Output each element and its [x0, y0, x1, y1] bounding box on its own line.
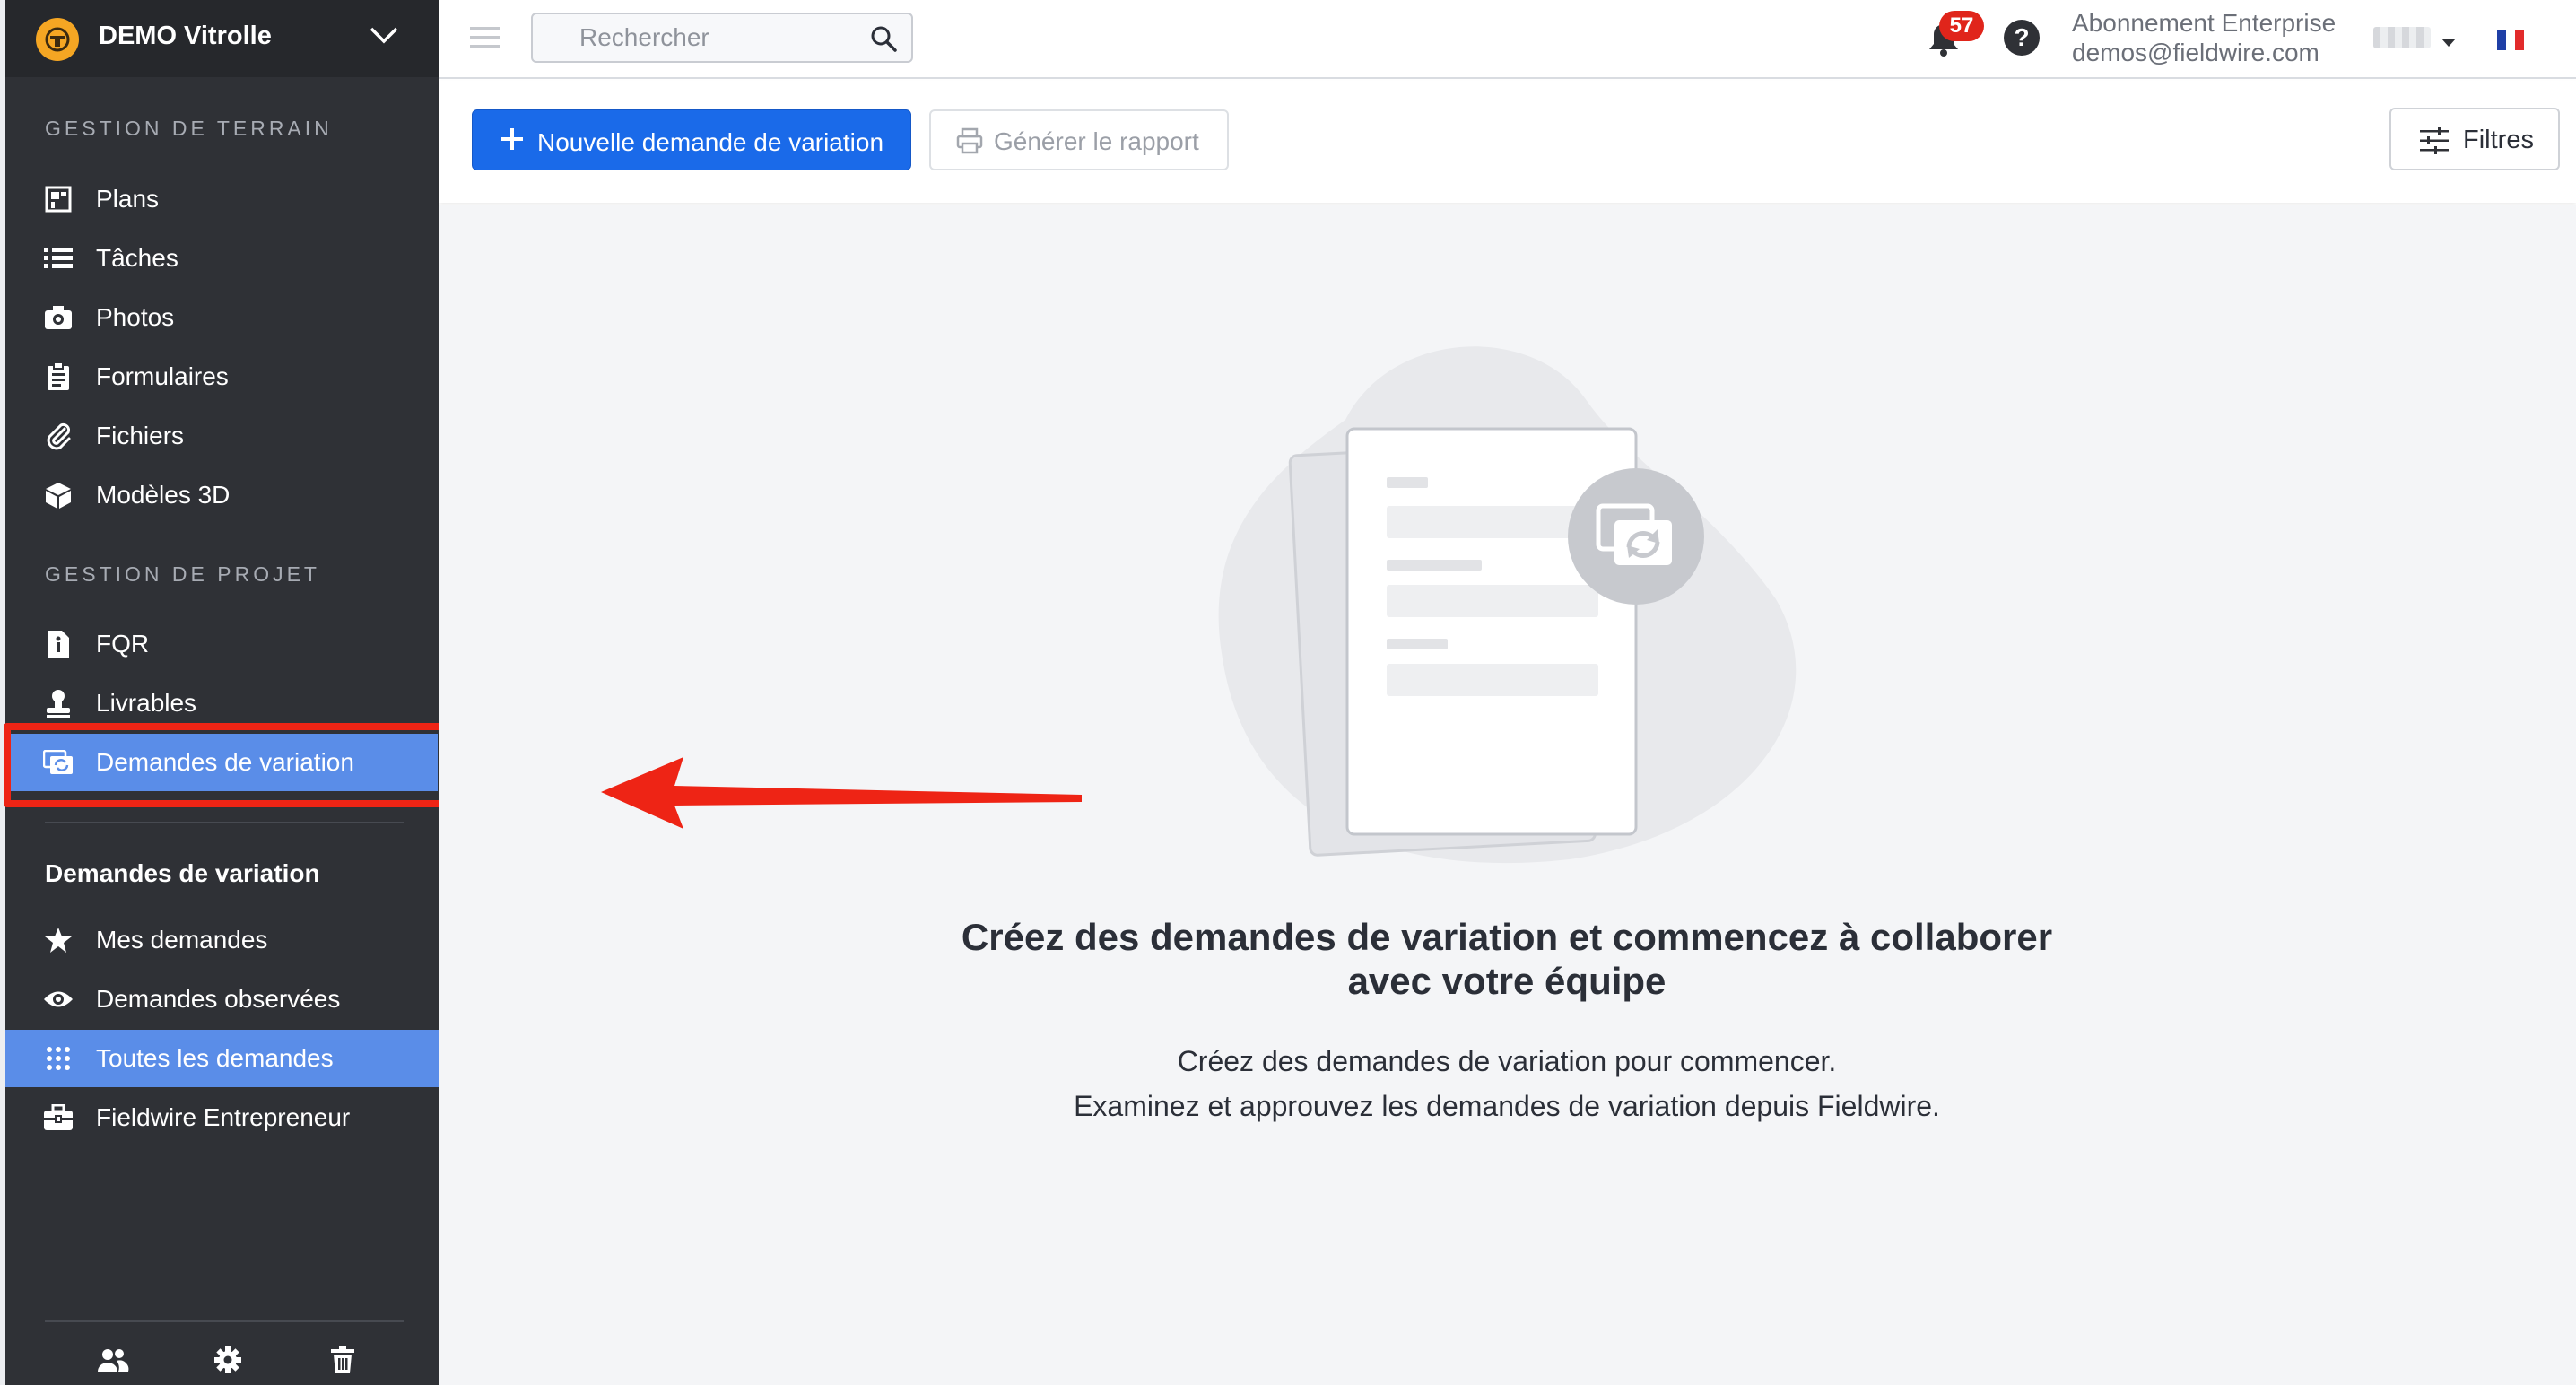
search-input[interactable]	[533, 14, 856, 61]
eye-icon	[43, 985, 74, 1014]
divider	[45, 1320, 404, 1322]
clipboard-icon	[43, 362, 74, 391]
sidebar-item-label: Plans	[96, 185, 160, 213]
paperclip-icon	[43, 422, 74, 450]
french-flag-icon[interactable]	[2497, 30, 2524, 50]
section-title-field: GESTION DE TERRAIN	[45, 117, 333, 140]
trash-icon[interactable]	[325, 1342, 361, 1378]
empty-state-illustration	[1218, 346, 1797, 864]
sidebar-item-label: Livrables	[96, 689, 197, 717]
empty-state-description: Créez des demandes de variation pour com…	[960, 1039, 2054, 1128]
camera-icon	[43, 303, 74, 332]
notification-badge: 57	[1939, 11, 1984, 41]
sidebar-item-tasks[interactable]: Tâches	[5, 230, 439, 287]
sidebar-item-label: Photos	[96, 303, 175, 331]
search-box	[531, 13, 913, 63]
grid-dots-icon	[43, 1044, 74, 1073]
section-title-project: GESTION DE PROJET	[45, 562, 320, 586]
plus-icon	[500, 126, 525, 158]
sidebar-item-3d-models[interactable]: Modèles 3D	[5, 466, 439, 524]
top-bar: 57 ? Abonnement Enterprise demos@fieldwi…	[439, 0, 2576, 79]
sidebar-item-watched-requests[interactable]: Demandes observées	[5, 971, 439, 1028]
gear-icon[interactable]	[210, 1342, 246, 1378]
divider	[45, 822, 404, 823]
sidebar-item-photos[interactable]: Photos	[5, 289, 439, 346]
sidebar-item-fieldwire-contractor[interactable]: Fieldwire Entrepreneur	[5, 1089, 439, 1146]
chevron-down-icon[interactable]	[368, 25, 400, 51]
user-email: demos@fieldwire.com	[2072, 39, 2319, 66]
cube-icon	[43, 481, 74, 510]
generate-report-button[interactable]: Générer le rapport	[929, 109, 1229, 170]
new-change-order-button[interactable]: Nouvelle demande de variation	[472, 109, 911, 170]
sidebar-item-files[interactable]: Fichiers	[5, 407, 439, 465]
sidebar-item-label: Fieldwire Entrepreneur	[96, 1103, 351, 1131]
sidebar-item-forms[interactable]: Formulaires	[5, 348, 439, 405]
highlight-annotation	[4, 723, 450, 807]
sidebar-item-plans[interactable]: Plans	[5, 170, 439, 228]
sidebar-footer	[5, 1342, 439, 1378]
annotation-arrow-icon	[601, 757, 1082, 829]
sidebar-item-label: Demandes observées	[96, 985, 341, 1013]
stamp-icon	[43, 689, 74, 718]
sidebar-item-fqr[interactable]: FQR	[5, 615, 439, 673]
button-label: Générer le rapport	[994, 127, 1199, 155]
empty-state-title: Créez des demandes de variation et comme…	[961, 916, 2053, 1002]
plans-icon	[43, 185, 74, 213]
project-logo-icon	[36, 18, 79, 61]
empty-state-line: Examinez et approuvez les demandes de va…	[1074, 1090, 1940, 1122]
sidebar-item-my-requests[interactable]: Mes demandes	[5, 911, 439, 969]
document-info-icon	[43, 630, 74, 658]
sliders-icon	[2420, 127, 2449, 161]
sidebar-item-label: Mes demandes	[96, 926, 268, 954]
project-name: DEMO Vitrolle	[99, 22, 272, 50]
empty-state-line: Créez des demandes de variation pour com…	[1177, 1045, 1837, 1077]
button-label: Nouvelle demande de variation	[537, 128, 884, 156]
sidebar: DEMO Vitrolle GESTION DE TERRAIN Plans T…	[0, 0, 450, 1385]
briefcase-icon	[43, 1103, 74, 1132]
search-icon[interactable]	[870, 25, 897, 57]
button-label: Filtres	[2463, 126, 2534, 154]
sidebar-item-label: Fichiers	[96, 422, 185, 449]
sidebar-item-label: Modèles 3D	[96, 481, 231, 509]
star-icon	[43, 926, 74, 954]
avatar[interactable]	[2373, 27, 2431, 48]
sidebar-item-label: Toutes les demandes	[96, 1044, 334, 1072]
users-icon[interactable]	[95, 1342, 131, 1378]
sidebar-item-label: FQR	[96, 630, 150, 658]
printer-icon	[956, 127, 983, 161]
hamburger-icon[interactable]	[470, 25, 500, 50]
sidebar-item-label: Formulaires	[96, 362, 229, 390]
help-icon[interactable]: ?	[2004, 20, 2040, 56]
project-switcher[interactable]: DEMO Vitrolle	[5, 0, 439, 77]
subsection-title: Demandes de variation	[45, 859, 320, 887]
sidebar-item-all-requests[interactable]: Toutes les demandes	[5, 1030, 439, 1087]
toolbar: Nouvelle demande de variation Générer le…	[439, 81, 2576, 203]
filters-button[interactable]: Filtres	[2389, 108, 2560, 170]
plan-name: Abonnement Enterprise	[2072, 9, 2337, 37]
caret-down-icon[interactable]	[2441, 36, 2456, 52]
sidebar-item-label: Tâches	[96, 244, 178, 272]
list-icon	[43, 244, 74, 273]
